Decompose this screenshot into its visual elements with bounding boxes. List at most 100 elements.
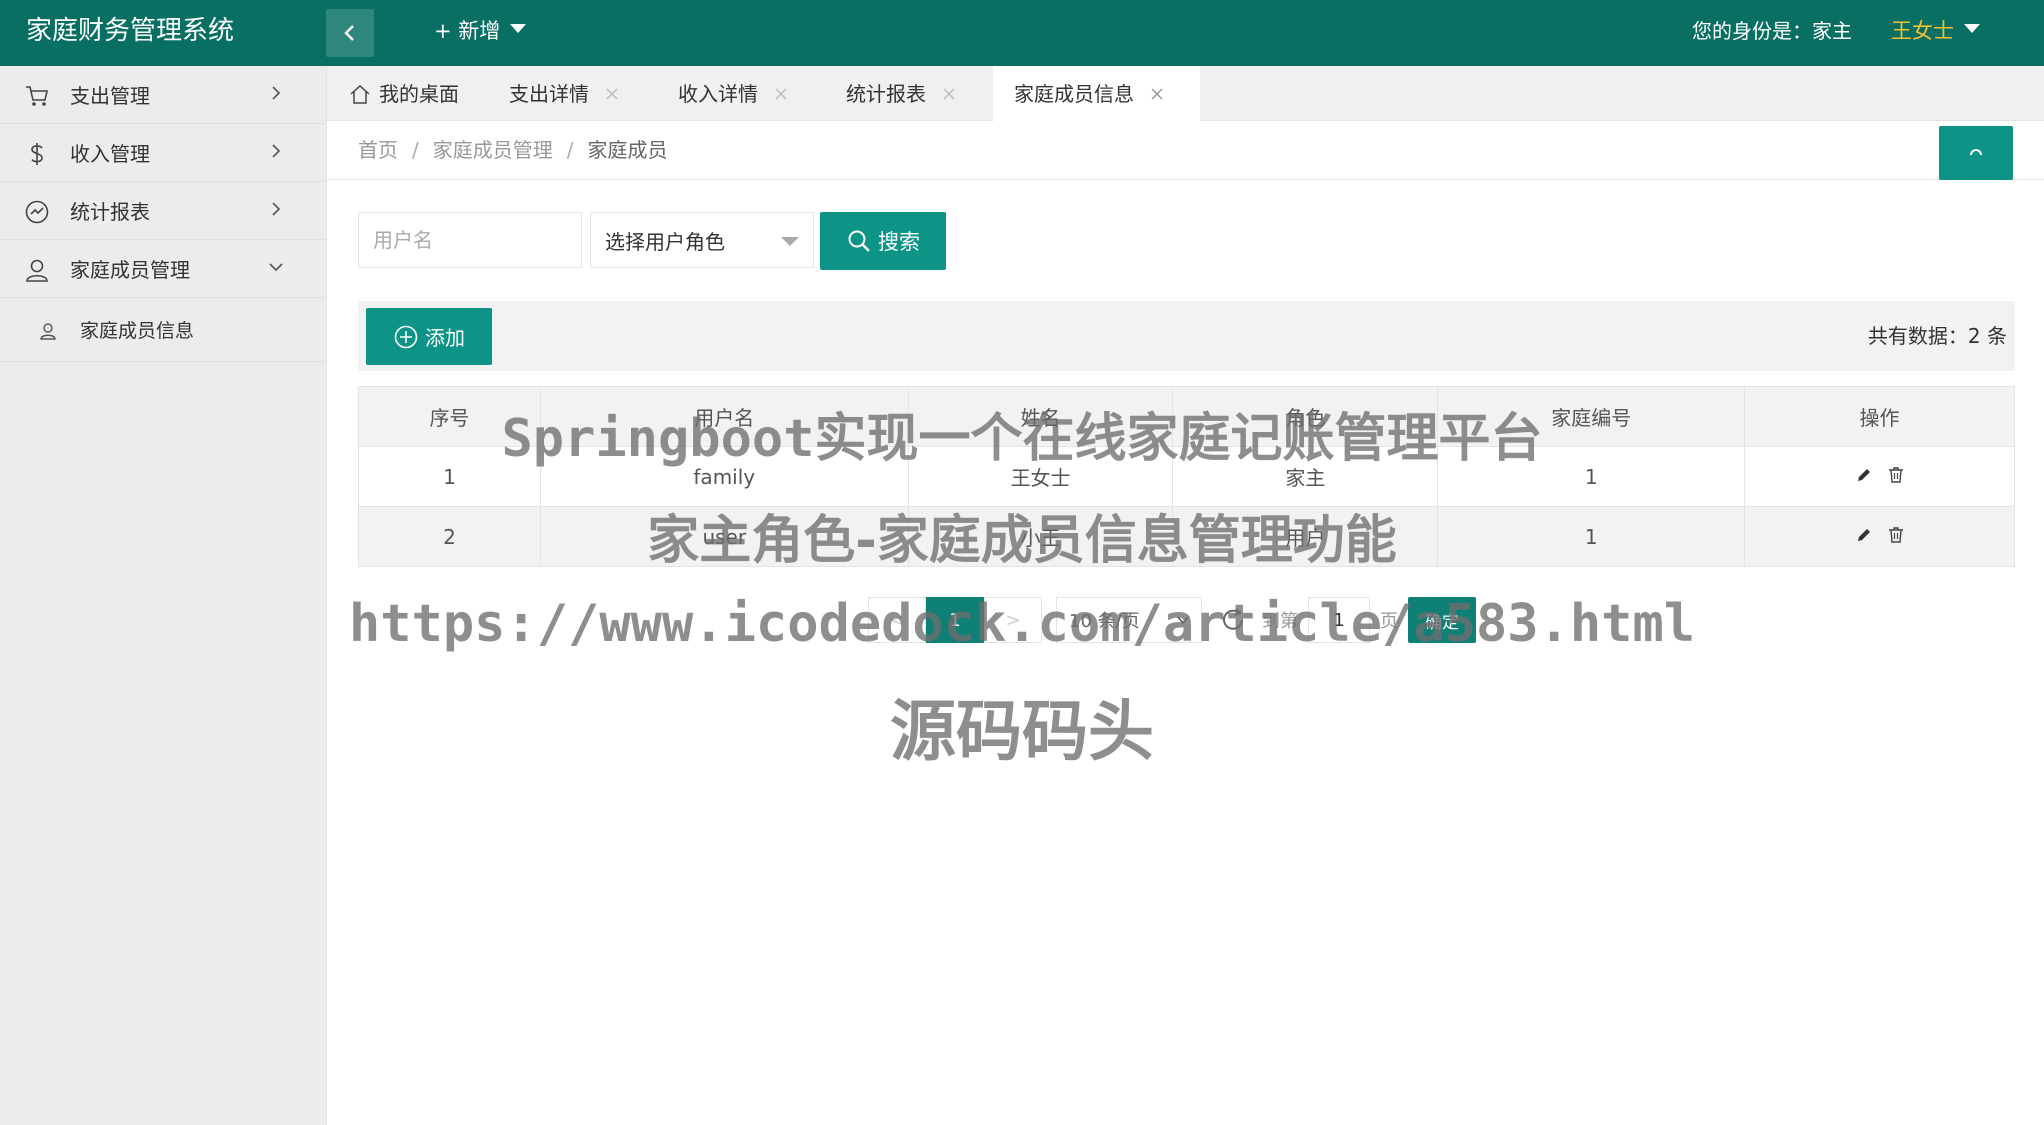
sidebar-item-label: 家庭成员管理 [70, 258, 190, 282]
column-header: 序号 [358, 386, 541, 447]
user-icon [26, 259, 48, 282]
plus-circle-icon [394, 325, 418, 348]
user-icon [40, 323, 56, 340]
table-cell: user [539, 506, 909, 567]
page-unit-label: 页 [1380, 611, 1398, 632]
goto-page-input[interactable]: 1 [1308, 597, 1370, 643]
tab-home[interactable]: 我的桌面 [349, 66, 459, 121]
breadcrumb-family-management[interactable]: 家庭成员管理 [433, 138, 553, 162]
search-icon [848, 230, 870, 252]
row-actions [1744, 446, 2015, 507]
table-cell: 1 [1437, 506, 1746, 567]
prev-page-button[interactable]: < [868, 597, 926, 643]
sidebar-item-label: 统计报表 [70, 200, 150, 224]
table-cell: 小王 [907, 506, 1174, 567]
identity-text: 您的身份是：家主 [1692, 19, 1852, 43]
trash-icon[interactable] [1887, 466, 1905, 484]
top-header: 家庭财务管理系统 + 新增 您的身份是：家主 王女士 [0, 0, 2044, 66]
cart-icon [26, 86, 48, 106]
dollar-icon [31, 143, 43, 165]
username-search-input[interactable] [358, 212, 582, 268]
user-dropdown[interactable]: 王女士 [1891, 0, 1980, 62]
chevron-right-icon [272, 202, 281, 216]
chevron-down-icon [269, 263, 283, 272]
column-header: 用户名 [539, 386, 909, 447]
sidebar: 支出管理 收入管理 统计报表 家庭成员管理 家庭成员信息 [0, 66, 327, 1125]
table-cell: 1 [1437, 446, 1746, 507]
close-icon[interactable] [942, 87, 956, 101]
tab-bar: 我的桌面 支出详情 收入详情 统计报表 家庭成员信息 [327, 66, 2044, 122]
sidebar-item-label: 支出管理 [70, 84, 150, 108]
user-name: 王女士 [1891, 19, 1954, 43]
table-cell: 用户 [1172, 506, 1439, 567]
close-icon[interactable] [1150, 87, 1164, 101]
caret-down-icon [1964, 23, 1980, 33]
app-title: 家庭财务管理系统 [26, 16, 235, 46]
close-icon[interactable] [774, 87, 788, 101]
tab-label: 收入详情 [678, 81, 758, 106]
trash-icon[interactable] [1887, 526, 1905, 544]
sidebar-item-label: 收入管理 [70, 142, 150, 166]
table-row: 2 user 小王 用户 1 [358, 506, 2015, 567]
chart-icon [25, 200, 49, 224]
search-button[interactable]: 搜索 [820, 212, 946, 270]
chevron-right-icon [272, 144, 281, 158]
new-dropdown[interactable]: + 新增 [434, 0, 527, 62]
chevron-left-icon [344, 25, 354, 41]
table-cell: 王女士 [907, 446, 1174, 507]
role-select-value: 选择用户角色 [605, 229, 725, 254]
home-icon [350, 84, 370, 104]
caret-down-icon [510, 23, 527, 33]
page-size-select[interactable]: 10 条/页 [1056, 597, 1202, 643]
breadcrumb-separator: / [412, 138, 419, 162]
goto-label: 到第 [1262, 611, 1298, 632]
tab-income-detail[interactable]: 收入详情 [678, 66, 788, 121]
sidebar-subitem-family-info[interactable]: 家庭成员信息 [0, 298, 326, 362]
table-cell: family [539, 446, 909, 507]
tab-expense-detail[interactable]: 支出详情 [509, 66, 619, 121]
new-label: + 新增 [434, 19, 501, 43]
tab-reports[interactable]: 统计报表 [846, 66, 956, 121]
column-header: 家庭编号 [1437, 386, 1746, 447]
refresh-icon[interactable] [1218, 605, 1248, 635]
refresh-icon [1970, 149, 1982, 156]
sidebar-collapse-button[interactable] [326, 9, 374, 57]
sidebar-subitem-label: 家庭成员信息 [80, 320, 195, 342]
add-button-label: 添加 [425, 326, 465, 350]
table-cell: 2 [358, 506, 541, 567]
next-page-button[interactable]: > [984, 597, 1042, 643]
table-cell: 1 [358, 446, 541, 507]
pagination: < 1 > 10 条/页 到第 1 页 确定 [868, 596, 1476, 644]
tab-label: 我的桌面 [379, 81, 459, 106]
table-row: 1 family 王女士 家主 1 [358, 446, 2015, 507]
goto-confirm-button[interactable]: 确定 [1408, 597, 1476, 643]
edit-icon[interactable] [1855, 466, 1873, 484]
search-button-label: 搜索 [878, 230, 920, 254]
sidebar-item-reports[interactable]: 统计报表 [0, 182, 326, 240]
caret-down-icon [781, 237, 799, 246]
close-icon[interactable] [605, 87, 619, 101]
breadcrumb: 首页 / 家庭成员管理 / 家庭成员 [358, 122, 668, 180]
role-select[interactable]: 选择用户角色 [590, 212, 814, 268]
chevron-down-icon [1177, 616, 1189, 625]
edit-icon[interactable] [1855, 526, 1873, 544]
refresh-button[interactable] [1939, 126, 2013, 180]
breadcrumb-separator: / [566, 138, 574, 162]
chevron-right-icon [272, 86, 281, 100]
tab-label: 统计报表 [846, 81, 926, 106]
current-page-button[interactable]: 1 [926, 597, 984, 643]
breadcrumb-bar: 首页 / 家庭成员管理 / 家庭成员 [327, 122, 2044, 180]
sidebar-item-income[interactable]: 收入管理 [0, 124, 326, 182]
sidebar-item-expense[interactable]: 支出管理 [0, 66, 326, 124]
column-header: 操作 [1744, 386, 2015, 447]
breadcrumb-home[interactable]: 首页 [358, 138, 398, 162]
tab-family-info[interactable]: 家庭成员信息 [993, 66, 1200, 122]
column-header: 姓名 [907, 386, 1174, 447]
add-button[interactable]: 添加 [366, 308, 492, 365]
table-toolbar: 添加 共有数据：2 条 [358, 301, 2015, 371]
family-members-table: 序号 用户名 姓名 角色 家庭编号 操作 1 family 王女士 家主 1 2… [358, 386, 2015, 567]
row-actions [1744, 506, 2015, 567]
tab-label: 家庭成员信息 [1014, 82, 1134, 106]
sidebar-item-family[interactable]: 家庭成员管理 [0, 240, 326, 298]
page-size-value: 10 条/页 [1069, 611, 1140, 632]
